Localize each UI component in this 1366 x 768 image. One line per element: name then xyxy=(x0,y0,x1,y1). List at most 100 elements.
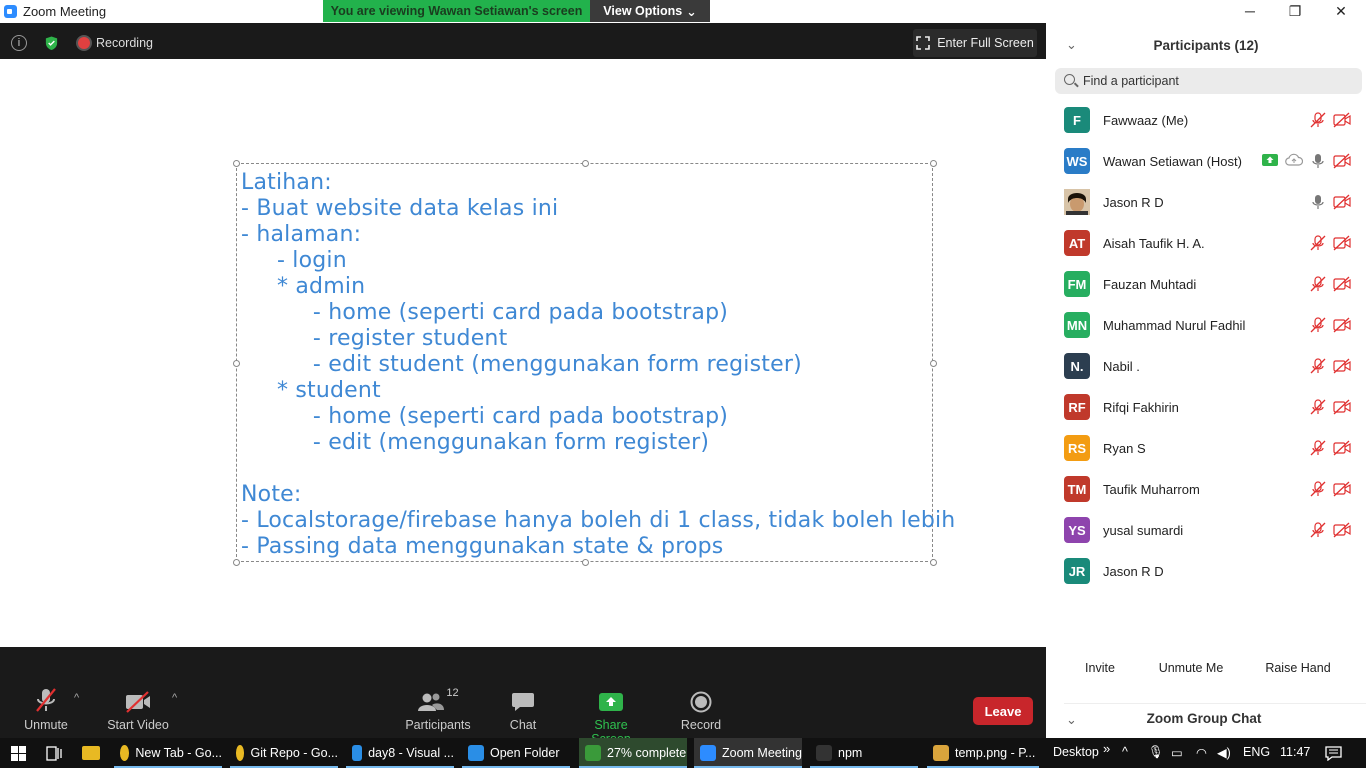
start-video-button[interactable]: Start Video xyxy=(106,687,170,732)
shield-icon[interactable] xyxy=(44,35,59,51)
participant-row[interactable]: TM Taufik Muharrom xyxy=(1046,469,1366,510)
microphone-muted-icon xyxy=(20,687,72,713)
taskbar-app-label: Zoom Meeting xyxy=(722,746,802,760)
taskbar-app[interactable]: Git Repo - Go... xyxy=(230,738,338,768)
vscode-icon xyxy=(468,745,484,761)
resize-handle xyxy=(582,559,589,566)
chevron-up-icon[interactable]: ^ xyxy=(74,692,79,704)
participant-row[interactable]: F Fawwaaz (Me) xyxy=(1046,100,1366,141)
taskbar-app[interactable]: temp.png - P... xyxy=(927,738,1039,768)
taskbar-app[interactable]: day8 - Visual ... xyxy=(346,738,454,768)
desktop-label[interactable]: Desktop xyxy=(1053,745,1099,759)
participants-title: Participants (12) xyxy=(1153,38,1259,53)
video-off-icon xyxy=(1333,112,1351,128)
wifi-icon[interactable]: ◠ xyxy=(1196,745,1207,760)
avatar xyxy=(1064,189,1090,215)
language-indicator[interactable]: ENG xyxy=(1243,745,1270,759)
record-button[interactable]: Record xyxy=(678,687,724,732)
record-label: Record xyxy=(680,718,722,732)
participant-row[interactable]: MN Muhammad Nurul Fadhil xyxy=(1046,305,1366,346)
clock[interactable]: 11:47 xyxy=(1280,745,1310,759)
notifications-icon[interactable] xyxy=(1325,746,1342,761)
participants-button[interactable]: 12 Participants xyxy=(404,687,472,732)
chevron-up-icon[interactable]: ^ xyxy=(172,692,177,704)
participant-row[interactable]: YS yusal sumardi xyxy=(1046,510,1366,551)
cmd-icon xyxy=(816,745,832,761)
vscode-icon xyxy=(352,745,363,761)
file-explorer-icon[interactable] xyxy=(82,746,100,760)
fullscreen-icon xyxy=(916,36,931,50)
info-icon[interactable]: i xyxy=(11,35,27,51)
participant-name: Jason R D xyxy=(1103,195,1164,210)
resize-handle xyxy=(930,160,937,167)
slide-text-line: - Passing data menggunakan state & props xyxy=(241,534,724,559)
slide-text-line: * admin xyxy=(241,274,366,299)
task-view-icon[interactable] xyxy=(46,746,62,761)
invite-button[interactable]: Invite xyxy=(1079,656,1121,680)
microphone-muted-icon xyxy=(1310,112,1326,128)
resize-handle xyxy=(233,160,240,167)
enter-fullscreen-button[interactable]: Enter Full Screen xyxy=(913,29,1037,57)
view-options-button[interactable]: View Options ⌄ xyxy=(590,0,710,22)
avatar: AT xyxy=(1064,230,1090,256)
leave-button[interactable]: Leave xyxy=(973,697,1033,725)
record-icon xyxy=(678,687,724,713)
participant-row[interactable]: FM Fauzan Muhtadi xyxy=(1046,264,1366,305)
chevron-up-icon[interactable]: ^ xyxy=(1122,745,1128,759)
avatar: RS xyxy=(1064,435,1090,461)
minimize-icon[interactable]: ─ xyxy=(1227,0,1273,22)
avatar: N. xyxy=(1064,353,1090,379)
video-off-icon xyxy=(1333,194,1351,210)
microphone-muted-icon xyxy=(1310,481,1326,497)
group-chat-bar[interactable]: ⌄ Zoom Group Chat xyxy=(1064,703,1366,733)
slide-text-line: * student xyxy=(241,378,381,403)
video-off-icon xyxy=(1333,276,1351,292)
participant-search-input[interactable] xyxy=(1083,72,1353,90)
participant-row[interactable]: AT Aisah Taufik H. A. xyxy=(1046,223,1366,264)
resize-handle xyxy=(930,559,937,566)
unmute-button[interactable]: Unmute xyxy=(20,687,72,732)
video-off-icon xyxy=(1333,399,1351,415)
meeting-top-bar: i Recording xyxy=(0,23,1046,59)
participant-row[interactable]: N. Nabil . xyxy=(1046,346,1366,387)
microphone-icon[interactable]: 🎙 xyxy=(1148,745,1164,760)
recording-label: Recording xyxy=(96,36,153,50)
participants-icon: 12 xyxy=(404,687,472,713)
video-off-icon xyxy=(1333,481,1351,497)
participant-name: Rifqi Fakhirin xyxy=(1103,400,1179,415)
participant-row[interactable]: Jason R D xyxy=(1046,182,1366,223)
participant-row[interactable]: RF Rifqi Fakhirin xyxy=(1046,387,1366,428)
participant-name: Wawan Setiawan (Host) xyxy=(1103,154,1242,169)
taskbar-app[interactable]: Zoom Meeting xyxy=(694,738,802,768)
battery-icon[interactable]: ▭ xyxy=(1171,745,1183,760)
slide-text-line: - edit student (menggunakan form registe… xyxy=(241,352,802,377)
unmute-me-button[interactable]: Unmute Me xyxy=(1154,656,1228,680)
taskbar-app[interactable]: New Tab - Go... xyxy=(114,738,222,768)
video-off-icon xyxy=(106,687,170,713)
chat-button[interactable]: Chat xyxy=(503,687,543,732)
participant-name: Muhammad Nurul Fadhil xyxy=(1103,318,1246,333)
chevron-right-icon[interactable]: » xyxy=(1103,741,1110,756)
avatar: RF xyxy=(1064,394,1090,420)
meeting-toolbar: Unmute ^ Start Video ^ 12 Participants C… xyxy=(0,647,1046,746)
video-off-icon xyxy=(1333,522,1351,538)
cloud-record-icon xyxy=(1285,153,1304,169)
taskbar-app[interactable]: Open Folder xyxy=(462,738,570,768)
taskbar-app[interactable]: 27% complete xyxy=(579,738,687,768)
viewing-banner: You are viewing Wawan Setiawan's screen xyxy=(323,0,590,22)
avatar: F xyxy=(1064,107,1090,133)
participant-row[interactable]: WS Wawan Setiawan (Host) xyxy=(1046,141,1366,182)
raise-hand-button[interactable]: Raise Hand xyxy=(1262,656,1334,680)
close-icon[interactable]: ✕ xyxy=(1318,0,1364,22)
chrome-icon xyxy=(236,745,245,761)
participant-name: Fauzan Muhtadi xyxy=(1103,277,1197,292)
taskbar-app-label: temp.png - P... xyxy=(955,746,1036,760)
restore-icon[interactable]: ❐ xyxy=(1272,0,1318,22)
participant-row[interactable]: RS Ryan S xyxy=(1046,428,1366,469)
windows-start-icon[interactable] xyxy=(11,746,26,761)
microphone-muted-icon xyxy=(1310,276,1326,292)
taskbar-app[interactable]: npm xyxy=(810,738,918,768)
volume-icon[interactable]: ◀) xyxy=(1217,745,1231,760)
taskbar-app-label: New Tab - Go... xyxy=(135,746,222,760)
participant-row[interactable]: JR Jason R D xyxy=(1046,551,1366,592)
